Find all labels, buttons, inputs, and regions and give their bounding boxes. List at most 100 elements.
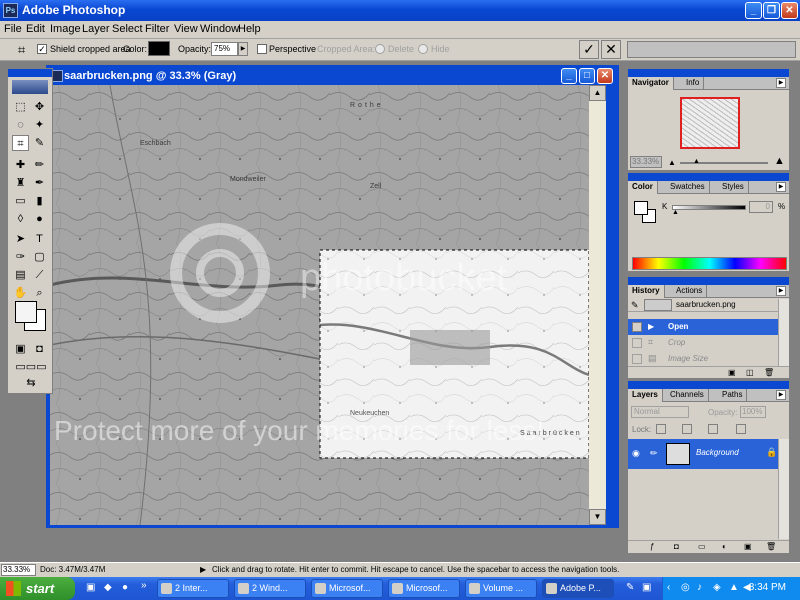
tray-app-icon[interactable]: ◎ — [681, 582, 690, 593]
layer-opacity-field[interactable]: 100% — [740, 406, 766, 418]
show-desktop-icon[interactable]: ▣ — [86, 582, 95, 593]
crop-tool-icon[interactable]: ⌗ — [12, 135, 29, 151]
layers-scrollbar[interactable] — [778, 439, 789, 539]
k-slider[interactable] — [672, 205, 746, 210]
menu-layer[interactable]: Layer — [82, 23, 110, 35]
zoom-out-icon[interactable]: ▲ — [668, 158, 676, 167]
menu-file[interactable]: File — [4, 23, 22, 35]
clock[interactable]: 8:34 PM — [749, 582, 786, 593]
history-item-open[interactable]: ▶ Open — [628, 319, 778, 335]
palette-menu-icon[interactable]: ▶ — [776, 182, 786, 192]
network-icon[interactable]: ▣ — [642, 582, 651, 593]
menu-help[interactable]: Help — [238, 23, 261, 35]
eraser-tool-icon[interactable]: ▭ — [12, 193, 29, 209]
screen-mode-icon[interactable]: ▭▭▭ — [10, 359, 52, 375]
tab-styles[interactable]: Styles — [718, 181, 749, 194]
menu-edit[interactable]: Edit — [26, 23, 45, 35]
history-brush-box[interactable] — [632, 354, 642, 364]
task-internet-explorer[interactable]: 2 Inter... — [157, 579, 229, 598]
cancel-icon[interactable]: ✕ — [601, 40, 621, 59]
move-tool-icon[interactable]: ✥ — [31, 99, 48, 115]
palette-title-bar[interactable] — [628, 69, 789, 77]
k-slider-thumb[interactable]: ▲ — [672, 209, 679, 216]
eyedropper-icon[interactable]: ⟋ — [31, 267, 48, 283]
color-ramp[interactable] — [632, 257, 787, 270]
navigator-thumbnail[interactable] — [680, 97, 740, 149]
task-windows-explorer[interactable]: 2 Wind... — [234, 579, 306, 598]
palette-menu-icon[interactable]: ▶ — [776, 286, 786, 296]
new-document-icon[interactable]: ▣ — [728, 368, 736, 377]
palette-title-bar[interactable] — [628, 381, 789, 389]
lock-all-checkbox[interactable] — [736, 424, 746, 434]
doc-maximize-button[interactable]: □ — [579, 68, 595, 84]
doc-minimize-button[interactable]: _ — [561, 68, 577, 84]
crop-tool-icon[interactable]: ⌗ — [13, 41, 30, 58]
jump-to-imageready-icon[interactable]: ⇆ — [10, 375, 52, 391]
palette-well[interactable] — [627, 41, 796, 58]
marquee-tool-icon[interactable]: ⬚ — [12, 99, 29, 115]
shield-checkbox[interactable]: ✓ — [37, 44, 47, 54]
adjustment-layer-icon[interactable]: ◐ — [722, 542, 727, 551]
tab-channels[interactable]: Channels — [666, 389, 709, 402]
hide-radio[interactable] — [418, 44, 428, 54]
start-button[interactable]: start — [0, 577, 75, 600]
lock-image-checkbox[interactable] — [682, 424, 692, 434]
menu-window[interactable]: Window — [200, 23, 239, 35]
history-snapshot[interactable]: ✎ saarbrucken.png — [628, 299, 778, 312]
brush-tool-icon[interactable]: ✏ — [31, 157, 48, 173]
task-microsoft-excel[interactable]: Microsof... — [311, 579, 383, 598]
history-brush-source-icon[interactable]: ✎ — [631, 300, 639, 311]
doc-close-button[interactable]: ✕ — [597, 68, 613, 84]
hand-tool-icon[interactable]: ✋ — [12, 285, 29, 301]
tab-paths[interactable]: Paths — [718, 389, 748, 402]
task-adobe-photoshop[interactable]: Adobe P... — [542, 579, 614, 598]
history-item-image-size[interactable]: ▤ Image Size — [628, 351, 778, 367]
dodge-tool-icon[interactable]: ● — [31, 211, 48, 227]
pen-tool-icon[interactable]: ✑ — [12, 249, 29, 265]
history-scrollbar[interactable] — [778, 299, 789, 367]
layer-set-icon[interactable]: ▭ — [698, 542, 706, 551]
delete-layer-icon[interactable]: 🗑 — [766, 542, 776, 551]
k-value-field[interactable]: 0 — [749, 201, 773, 213]
scroll-down-icon[interactable]: ▼ — [589, 509, 606, 525]
path-selection-icon[interactable]: ➤ — [12, 231, 29, 247]
tray-app-icon[interactable]: ◈ — [713, 582, 721, 593]
lasso-tool-icon[interactable]: ◌ — [12, 117, 29, 133]
new-layer-icon[interactable]: ▣ — [744, 542, 752, 551]
media-icon[interactable]: ● — [122, 582, 128, 593]
quicklaunch-expand-icon[interactable]: » — [141, 580, 147, 591]
pen-tablet-icon[interactable]: ✎ — [626, 582, 634, 593]
close-button[interactable]: ✕ — [781, 2, 798, 19]
tab-history[interactable]: History — [628, 285, 665, 298]
blend-mode-select[interactable]: Normal — [631, 406, 689, 418]
type-tool-icon[interactable]: T — [31, 231, 48, 247]
quick-mask-icon[interactable]: ◘ — [31, 341, 48, 357]
perspective-checkbox[interactable] — [257, 44, 267, 54]
new-snapshot-icon[interactable]: ◫ — [746, 368, 754, 377]
lock-position-checkbox[interactable] — [708, 424, 718, 434]
layer-row-background[interactable]: ◉ ✏ Background 🔒 — [628, 439, 778, 469]
task-volume[interactable]: Volume ... — [465, 579, 537, 598]
slice-tool-icon[interactable]: ✎ — [31, 135, 48, 151]
history-brush-icon[interactable]: ✒ — [31, 175, 48, 191]
navigator-zoom-field[interactable]: 33.33% — [630, 156, 662, 168]
layer-style-icon[interactable]: ƒ — [650, 542, 654, 551]
zoom-tool-icon[interactable]: ⌕ — [31, 285, 48, 301]
menu-image[interactable]: Image — [50, 23, 81, 35]
tray-app-icon[interactable]: ♪ — [697, 582, 702, 593]
palette-title-bar[interactable] — [628, 277, 789, 285]
vertical-scrollbar[interactable]: ▲ ▼ — [589, 85, 606, 525]
history-brush-box[interactable] — [632, 338, 642, 348]
commit-check-icon[interactable]: ✓ — [579, 40, 599, 59]
history-item-crop[interactable]: ⌗ Crop — [628, 335, 778, 351]
opacity-arrow-icon[interactable]: ▶ — [238, 42, 248, 56]
palette-menu-icon[interactable]: ▶ — [776, 78, 786, 88]
tray-app-icon[interactable]: ▲ — [729, 582, 739, 593]
tab-navigator[interactable]: Navigator — [628, 77, 674, 90]
tab-color[interactable]: Color — [628, 181, 658, 194]
menu-view[interactable]: View — [174, 23, 198, 35]
tab-layers[interactable]: Layers — [628, 389, 663, 402]
document-window[interactable]: saarbrucken.png @ 33.3% (Gray) _ □ ✕ Zel… — [46, 65, 619, 528]
tab-info[interactable]: Info — [682, 77, 705, 90]
trash-icon[interactable]: 🗑 — [764, 368, 774, 377]
